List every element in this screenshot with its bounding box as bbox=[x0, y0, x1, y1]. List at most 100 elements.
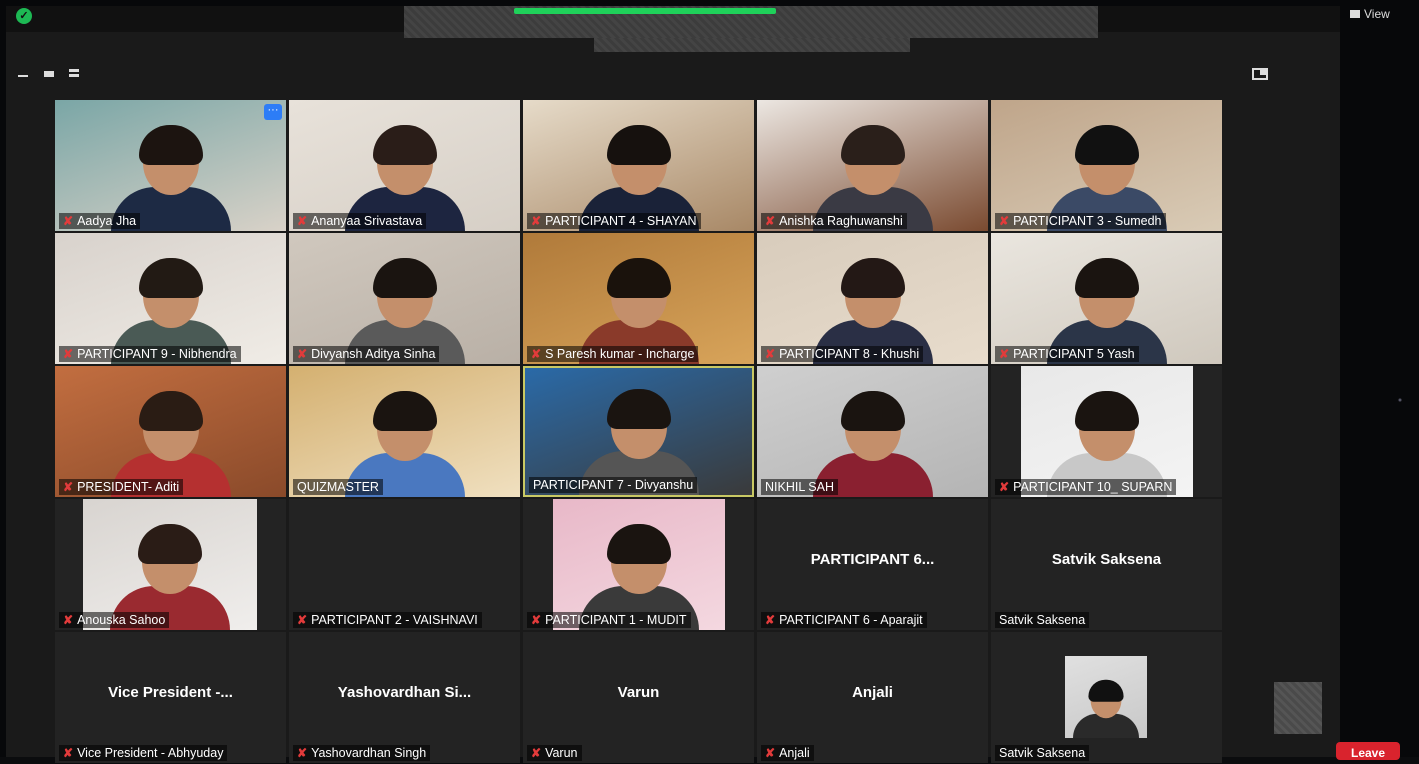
participant-name: PARTICIPANT 4 - SHAYAN bbox=[545, 214, 697, 228]
muted-mic-icon: ✘ bbox=[765, 214, 776, 228]
participant-tile[interactable]: ✘ Ananyaa Srivastava bbox=[289, 100, 520, 231]
participant-name: PARTICIPANT 10_ SUPARN bbox=[1013, 480, 1173, 494]
participant-name-label: ✘ PARTICIPANT 10_ SUPARN bbox=[995, 479, 1177, 495]
participant-tile[interactable]: ✘ PARTICIPANT 8 - Khushi bbox=[757, 233, 988, 364]
participant-name-label: PARTICIPANT 7 - Divyanshu bbox=[529, 477, 698, 493]
muted-mic-icon: ✘ bbox=[765, 613, 776, 627]
participant-tile[interactable]: ··· ✘ Aadya Jha bbox=[55, 100, 286, 231]
muted-mic-icon: ✘ bbox=[297, 347, 308, 361]
participant-name-label: ✘ PARTICIPANT 5 Yash bbox=[995, 346, 1139, 362]
muted-mic-icon: ✘ bbox=[63, 214, 74, 228]
self-view-thumbnail[interactable] bbox=[1274, 682, 1322, 734]
participant-name: Yashovardhan Singh bbox=[311, 746, 427, 760]
participant-tile[interactable]: PARTICIPANT 7 - Divyanshu bbox=[523, 366, 754, 497]
fullscreen-icon[interactable] bbox=[1252, 68, 1268, 80]
muted-mic-icon: ✘ bbox=[765, 746, 776, 760]
participant-name-label: ✘ PARTICIPANT 6 - Aparajit bbox=[761, 612, 927, 628]
participant-name-label: Satvik Saksena bbox=[995, 745, 1090, 761]
participant-tile[interactable]: Vice President -... ✘ Vice President - Abh… bbox=[55, 632, 286, 763]
participant-name-label: ✘ Aadya Jha bbox=[59, 213, 141, 229]
participant-tile[interactable]: ✘ PARTICIPANT 9 - Nibhendra bbox=[55, 233, 286, 364]
participant-name: PARTICIPANT 2 - VAISHNAVI bbox=[311, 613, 478, 627]
participant-name: Anishka Raghuwanshi bbox=[779, 214, 903, 228]
participant-tile[interactable]: PARTICIPANT 6... ✘ PARTICIPANT 6 - Aparaji… bbox=[757, 499, 988, 630]
participant-video bbox=[289, 366, 520, 497]
participant-tile[interactable]: ✘ PRESIDENT- Aditi bbox=[55, 366, 286, 497]
participant-video bbox=[991, 632, 1222, 763]
participant-name-label: ✘ PRESIDENT- Aditi bbox=[59, 479, 184, 495]
participant-name: PARTICIPANT 6 - Aparajit bbox=[779, 613, 923, 627]
muted-mic-icon: ✘ bbox=[999, 480, 1010, 494]
muted-mic-icon: ✘ bbox=[531, 746, 542, 760]
participant-tile[interactable]: ✘ PARTICIPANT 1 - MUDIT bbox=[523, 499, 754, 630]
participant-video bbox=[523, 100, 754, 231]
meeting-window: ✓ ··· ✘ Aadya Jha ✘ Ananyaa Srivastava ✘ PARTI… bbox=[6, 6, 1340, 763]
participant-video bbox=[757, 233, 988, 364]
participant-name-label: ✘ Vice President - Abhyuday bbox=[59, 745, 228, 761]
muted-mic-icon: ✘ bbox=[999, 347, 1010, 361]
participant-name: Anjali bbox=[779, 746, 810, 760]
participant-tile[interactable]: Yashovardhan Si... ✘ Yashovardhan Singh bbox=[289, 632, 520, 763]
participant-name: Anouska Sahoo bbox=[77, 613, 166, 627]
participant-video bbox=[55, 366, 286, 497]
participant-name-label: QUIZMASTER bbox=[293, 479, 383, 495]
participant-display-name: Yashovardhan Si... bbox=[337, 684, 472, 701]
muted-mic-icon: ✘ bbox=[531, 613, 542, 627]
participant-name-label: NIKHIL SAH bbox=[761, 479, 839, 495]
participant-video bbox=[757, 100, 988, 231]
participant-name: PRESIDENT- Aditi bbox=[77, 480, 180, 494]
leave-button[interactable]: Leave bbox=[1336, 742, 1400, 760]
view-icon bbox=[1350, 10, 1360, 18]
muted-mic-icon: ✘ bbox=[63, 480, 74, 494]
participant-name: Satvik Saksena bbox=[999, 746, 1086, 760]
participant-name-label: ✘ S Paresh kumar - Incharge bbox=[527, 346, 699, 362]
participant-name-label: Satvik Saksena bbox=[995, 612, 1090, 628]
strip-view-icon[interactable] bbox=[68, 68, 80, 78]
participant-video bbox=[55, 499, 286, 630]
minimize-icon[interactable] bbox=[18, 68, 30, 78]
participant-tile[interactable]: ✘ PARTICIPANT 4 - SHAYAN bbox=[523, 100, 754, 231]
participant-video bbox=[523, 499, 754, 630]
participant-video bbox=[991, 366, 1222, 497]
muted-mic-icon: ✘ bbox=[297, 746, 308, 760]
muted-mic-icon: ✘ bbox=[531, 214, 542, 228]
participant-tile[interactable]: Satvik Saksena bbox=[991, 632, 1222, 763]
participant-name-label: ✘ PARTICIPANT 1 - MUDIT bbox=[527, 612, 691, 628]
participant-tile[interactable]: ✘ PARTICIPANT 5 Yash bbox=[991, 233, 1222, 364]
participant-tile[interactable]: ✘ PARTICIPANT 2 - VAISHNAVI bbox=[289, 499, 520, 630]
participant-name: Ananyaa Srivastava bbox=[311, 214, 423, 228]
participant-name: Varun bbox=[545, 746, 578, 760]
participant-name-label: ✘ PARTICIPANT 9 - Nibhendra bbox=[59, 346, 241, 362]
participant-display-name: Vice President -... bbox=[108, 684, 233, 701]
speaker-view-icon[interactable] bbox=[43, 68, 55, 78]
participant-name: NIKHIL SAH bbox=[765, 480, 835, 494]
participant-video bbox=[991, 233, 1222, 364]
participant-tile[interactable]: ✘ PARTICIPANT 3 - Sumedh bbox=[991, 100, 1222, 231]
participant-tile[interactable]: Satvik Saksena Satvik Saksena bbox=[991, 499, 1222, 630]
participant-tile[interactable]: ✘ S Paresh kumar - Incharge bbox=[523, 233, 754, 364]
participant-video bbox=[757, 366, 988, 497]
participant-tile[interactable]: Varun ✘ Varun bbox=[523, 632, 754, 763]
participant-display-name: Anjali bbox=[852, 684, 893, 701]
participant-name: PARTICIPANT 9 - Nibhendra bbox=[77, 347, 237, 361]
more-options-icon[interactable]: ··· bbox=[264, 104, 282, 120]
participant-video bbox=[525, 368, 752, 495]
participant-name: S Paresh kumar - Incharge bbox=[545, 347, 695, 361]
participant-name: Vice President - Abhyuday bbox=[77, 746, 224, 760]
participant-tile[interactable]: ✘ PARTICIPANT 10_ SUPARN bbox=[991, 366, 1222, 497]
participant-tile[interactable]: ✘ Anouska Sahoo bbox=[55, 499, 286, 630]
participant-tile[interactable]: QUIZMASTER bbox=[289, 366, 520, 497]
muted-mic-icon: ✘ bbox=[999, 214, 1010, 228]
participant-tile[interactable]: ✘ Divyansh Aditya Sinha bbox=[289, 233, 520, 364]
participant-tile[interactable]: ✘ Anishka Raghuwanshi bbox=[757, 100, 988, 231]
share-bar-tab bbox=[594, 38, 910, 52]
muted-mic-icon: ✘ bbox=[765, 347, 776, 361]
view-button[interactable]: View bbox=[1342, 0, 1404, 28]
participant-display-name: Varun bbox=[617, 684, 660, 701]
muted-mic-icon: ✘ bbox=[297, 613, 308, 627]
participant-name: Divyansh Aditya Sinha bbox=[311, 347, 436, 361]
participant-tile[interactable]: Anjali ✘ Anjali bbox=[757, 632, 988, 763]
participant-tile[interactable]: NIKHIL SAH bbox=[757, 366, 988, 497]
shield-icon[interactable]: ✓ bbox=[16, 8, 32, 24]
participant-name-label: ✘ Anouska Sahoo bbox=[59, 612, 170, 628]
